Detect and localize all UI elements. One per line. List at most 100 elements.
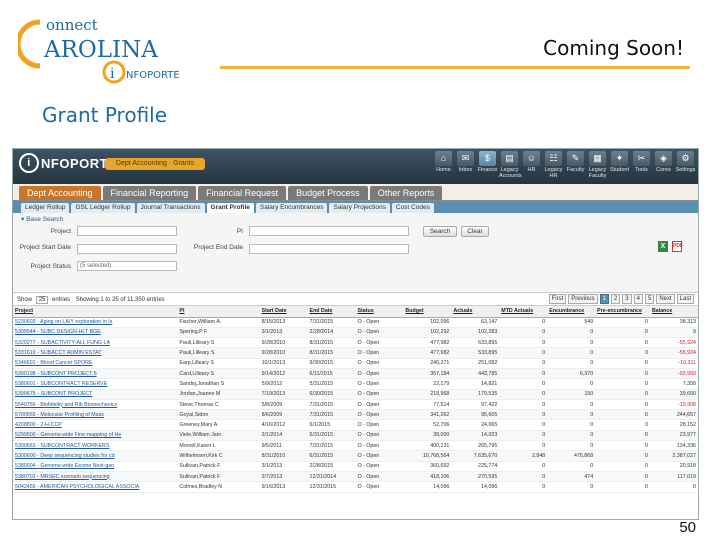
cell-status: O - Open <box>355 419 404 431</box>
nav-item-settings[interactable]: ⚙ Settings <box>675 151 696 179</box>
subtab-cost-codes[interactable]: Cost Codes <box>391 203 434 213</box>
project-start-date-input[interactable] <box>77 244 177 254</box>
tools-icon: ✂ <box>633 151 650 166</box>
cell-project[interactable]: 5380004 - Genome-wide Exome Next-gen <box>13 461 178 472</box>
column-header-mtd-actuals[interactable]: MTD Actuals <box>499 306 548 318</box>
cell-project[interactable]: 5331619 - SUBACCT ADMIN ESTAT <box>13 347 178 359</box>
cell-project[interactable]: 5300600 - Deep sequencing studies for cd <box>13 450 178 462</box>
cell-end-date: 6/31/2015 <box>307 450 356 462</box>
excel-export-icon[interactable]: X <box>658 241 668 252</box>
cell-project[interactable]: 5300663 - SUBCONTRACT WORKERS <box>13 440 178 452</box>
subtab-gsl-ledger-rollup[interactable]: GSL Ledger Rollup <box>71 203 135 213</box>
cell-project[interactable]: 5700655 - Molecular Profiling of Mass <box>13 409 178 421</box>
tab-budget-process[interactable]: Budget Process <box>288 186 368 200</box>
column-header-status[interactable]: Status <box>355 306 404 318</box>
cell-project[interactable]: 5380701 - MRSEC scenario sequencing <box>13 471 178 483</box>
project-status-select[interactable]: (5 selected) <box>77 261 177 271</box>
cell-project[interactable]: 5300544 - SUBC DESIGN-HLT BGE <box>13 327 178 339</box>
cell-project[interactable]: 5346601 - Blood Cancer SPORE <box>13 358 178 369</box>
nav-item-legacy-accounts[interactable]: ▤ Legacy Accounts <box>499 151 522 179</box>
cell-status: O - Open <box>355 317 404 328</box>
cell-project[interactable]: 5540756 - Biofidelity and Rib Biomechani… <box>13 399 178 411</box>
page-button-last[interactable]: Last <box>676 294 694 304</box>
cell-balance: 20,918 <box>649 461 698 472</box>
nav-item-inbox[interactable]: ✉ Inbox <box>455 151 476 179</box>
cell-pi: Pauli,Lilleary S <box>177 347 260 359</box>
cell-budget: 14,096 <box>403 481 452 493</box>
column-header-end-date[interactable]: End Date <box>307 306 356 318</box>
tab-other-reports[interactable]: Other Reports <box>369 186 443 200</box>
nav-item-legacy-hr[interactable]: ☷ Legacy HR <box>543 151 564 179</box>
cell-mtd-actuals: 0 <box>499 419 548 431</box>
subtab-ledger-rollup[interactable]: Ledger Rollup <box>21 203 70 213</box>
cell-pre-encumbrance: 0 <box>595 347 650 359</box>
cell-project[interactable]: 5390675 - SUBCONT PROJECT <box>13 389 178 400</box>
pi-input[interactable] <box>249 226 409 236</box>
cell-project[interactable]: 4208800 - 2-H-CCP <box>13 419 178 431</box>
page-button-2[interactable]: 2 <box>610 294 621 304</box>
page-button-1[interactable]: 1 <box>599 294 609 304</box>
column-header-pi[interactable]: PI <box>177 306 260 318</box>
column-header-actuals[interactable]: Actuals <box>451 306 500 318</box>
cell-project[interactable]: 5390198 - SUBCONT PROJECT 5 <box>13 368 178 380</box>
cell-end-date: 2/28/2015 <box>307 461 356 472</box>
page-button-5[interactable]: 5 <box>644 294 655 304</box>
clear-button[interactable]: Clear <box>461 226 489 237</box>
tab-dept-accounting[interactable]: Dept Accounting <box>19 186 101 200</box>
page-button-previous[interactable]: Previous <box>568 294 598 304</box>
column-header-start-date[interactable]: Start Date <box>259 306 308 318</box>
cell-end-date: 6/11/2015 <box>307 368 356 380</box>
nav-item-finance[interactable]: $ Finance <box>477 151 498 179</box>
subtab-grant-profile[interactable]: Grant Profile <box>206 203 254 213</box>
project-end-date-input[interactable] <box>249 244 409 254</box>
cell-balance: 7,358 <box>649 378 698 390</box>
cell-status: O - Open <box>355 471 404 483</box>
cell-project[interactable]: 5042459 - AMERICAN PSYCHOLOGICAL ASSOCIA <box>13 481 178 493</box>
cell-project[interactable]: 5320277 - SUBACTIVITY-ALL FUNG LA <box>13 337 178 349</box>
base-search-toggle[interactable]: ▾ Base Search <box>21 215 63 223</box>
table-row: 5380004 - Genome-wide Exome Next-gen Sull… <box>13 461 698 472</box>
cell-project[interactable]: 5380601 - SUBCONTRACT RESERVE <box>13 378 178 390</box>
cell-project[interactable]: 5230603 - Aging on LA/Y exploration in I… <box>13 317 178 328</box>
cell-status: O - Open <box>355 430 404 442</box>
pagination: First Previous 1 2 3 4 5 Next Last <box>548 294 694 304</box>
grant-table: Project PI Start Date End Date Status Budget A… <box>13 306 698 493</box>
cell-pi: Viele,William Jam <box>177 430 260 442</box>
subtab-journal-transactions[interactable]: Journal Transactions <box>136 203 205 213</box>
tab-financial-reporting[interactable]: Financial Reporting <box>102 186 197 200</box>
column-header-pre-encumbrance[interactable]: Pre-encumbrance <box>595 306 650 318</box>
column-header-balance[interactable]: Balance <box>649 306 698 318</box>
column-header-budget[interactable]: Budget <box>403 306 452 318</box>
page-button-next[interactable]: Next <box>656 294 675 304</box>
nav-item-home[interactable]: ⌂ Home <box>433 151 454 179</box>
cell-actuals: 533,895 <box>451 347 500 359</box>
page-button-4[interactable]: 4 <box>633 294 643 304</box>
context-pill: Dept Accounting · Grants <box>105 158 205 170</box>
nav-item-hr[interactable]: ☺ HR <box>521 151 542 179</box>
nav-item-legacy-faculty[interactable]: ▦ Legacy Faculty <box>587 151 608 179</box>
subtab-salary-projections[interactable]: Salary Projections <box>329 203 390 213</box>
cell-project[interactable]: 5299500 - Genome-wide Fine-mapping of He <box>13 430 178 442</box>
project-input[interactable] <box>77 226 177 236</box>
nav-item-label: Legacy Accounts <box>499 167 522 179</box>
page-size-select[interactable]: 25 <box>35 296 49 304</box>
nav-item-label: Inbox <box>458 167 473 173</box>
cell-budget: 357,184 <box>403 368 452 380</box>
nav-item-tools[interactable]: ✂ Tools <box>631 151 652 179</box>
nav-item-cores[interactable]: ◈ Cores <box>653 151 674 179</box>
subtab-salary-encumbrances[interactable]: Salary Encumbrances <box>255 203 328 213</box>
column-header-encumbrance[interactable]: Encumbrance <box>547 306 596 318</box>
page-button-3[interactable]: 3 <box>622 294 632 304</box>
nav-item-student[interactable]: ✦ Student <box>609 151 630 179</box>
infoporte-mark-icon: i <box>19 153 39 173</box>
cell-balance: 244,657 <box>649 409 698 421</box>
search-button[interactable]: Search <box>423 226 457 237</box>
column-header-project[interactable]: Project <box>13 306 178 318</box>
nav-item-label: HR <box>527 167 536 173</box>
pdf-export-icon[interactable]: PDF <box>672 241 683 252</box>
page-button-first[interactable]: First <box>548 294 567 304</box>
table-row: 4208800 - 2-H-CCP Greeney,Mary A 4/16/2012… <box>13 419 698 431</box>
nav-item-faculty[interactable]: ✎ Faculty <box>565 151 586 179</box>
tab-financial-request[interactable]: Financial Request <box>198 186 287 200</box>
cell-actuals: 270,595 <box>451 471 500 483</box>
